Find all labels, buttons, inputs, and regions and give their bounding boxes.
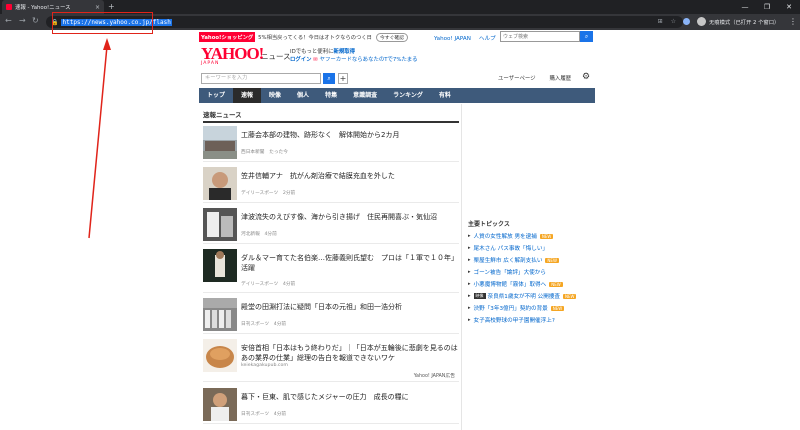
annotation-arrow <box>88 38 111 239</box>
